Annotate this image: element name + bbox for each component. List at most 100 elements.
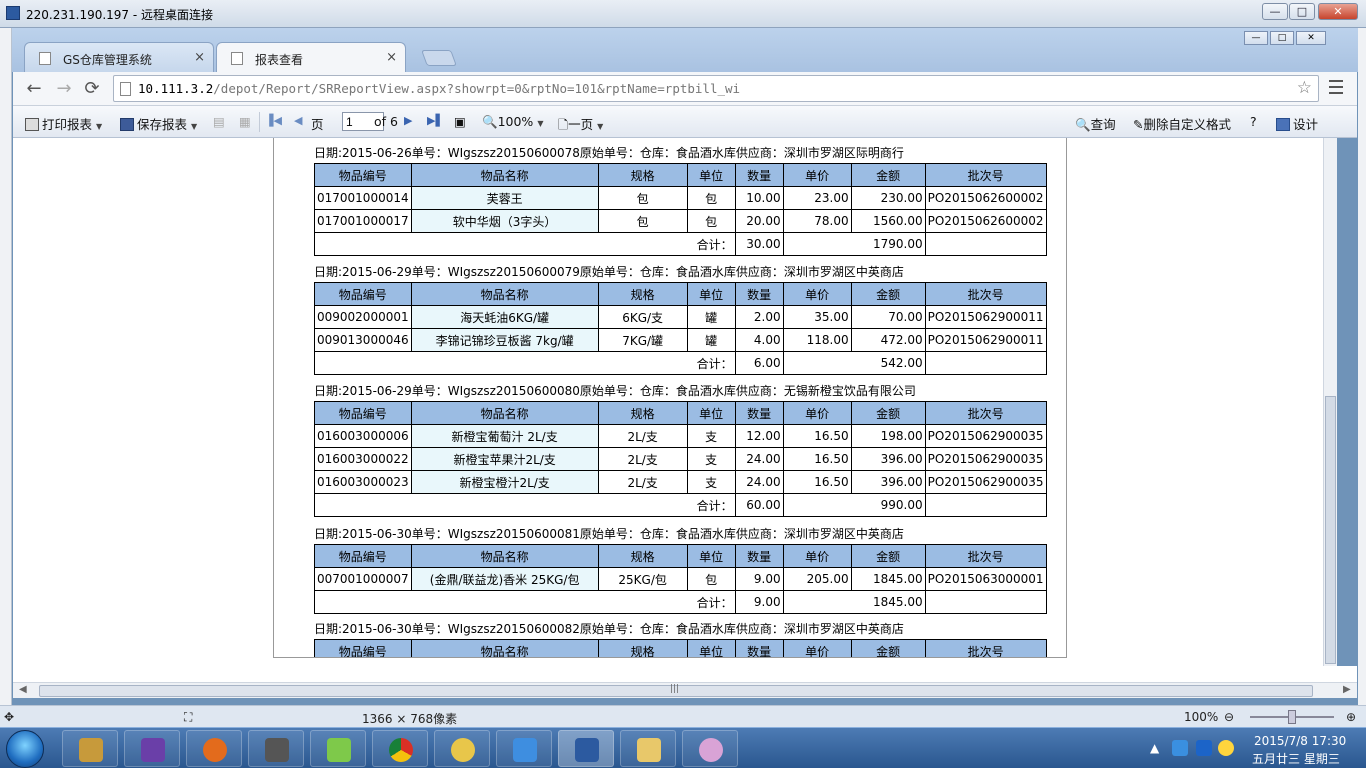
- reload-icon[interactable]: ⟳: [81, 78, 103, 100]
- column-header: 单价: [782, 639, 852, 657]
- page-label: 页: [311, 117, 324, 132]
- table-cell: 9.00: [734, 567, 784, 591]
- scroll-thumb[interactable]: |||: [39, 684, 1313, 697]
- back-icon[interactable]: ←: [23, 78, 45, 100]
- table-cell: 20.00: [734, 209, 784, 233]
- browser-maximize-button[interactable]: □: [1270, 31, 1294, 45]
- bill-table: 物品编号 物品名称 规格 单位 数量 单价 金额 批次号 017001000014 芙蓉王包包 10…: [314, 163, 1047, 256]
- zoom-dropdown[interactable]: 🔍100% ▼: [482, 114, 543, 130]
- remote-desktop-titlebar: 220.231.190.197 - 远程桌面连接 — □ ✕: [0, 0, 1366, 28]
- rdp-maximize-button[interactable]: □: [1289, 3, 1315, 20]
- zoom-slider-thumb[interactable]: [1288, 710, 1296, 724]
- design-icon: [1276, 118, 1290, 131]
- delete-custom-format-button[interactable]: ✎删除自定义格式: [1133, 114, 1231, 133]
- browser-close-button[interactable]: ✕: [1296, 31, 1326, 45]
- table-cell: 24.00: [734, 447, 784, 471]
- rdp-minimize-button[interactable]: —: [1262, 3, 1288, 20]
- clock-lunar: 五月廿三 星期三: [1252, 752, 1340, 766]
- taskbar: ▲ 2015/7/8 17:30 五月廿三 星期三: [0, 727, 1366, 768]
- taskbar-tools-app[interactable]: [62, 730, 118, 767]
- bill-table: 物品编号 物品名称 规格 单位 数量 单价 金额 批次号 016003000006 新橙宝葡萄汁 …: [314, 401, 1047, 517]
- start-button[interactable]: [6, 730, 44, 768]
- bookmark-star-icon[interactable]: ☆: [1297, 78, 1312, 98]
- copy-icon[interactable]: ▤: [213, 114, 225, 129]
- tab-gs-warehouse[interactable]: GS仓库管理系统 ×: [24, 42, 214, 72]
- prev-page-icon[interactable]: ◀: [294, 114, 302, 127]
- bill-table: 物品编号 物品名称 规格 单位 数量 单价 金额 批次号 009002000001 海天蚝油6KG…: [314, 282, 1047, 375]
- tab-report-view[interactable]: 报表查看 ×: [216, 42, 406, 72]
- table-cell: 罐: [686, 305, 736, 329]
- taskbar-paint[interactable]: [682, 730, 738, 767]
- table-cell: (金鼎/联益龙)香米 25KG/包: [410, 567, 599, 591]
- taskbar-search-app[interactable]: [434, 730, 490, 767]
- remote-desktop-icon: [6, 6, 20, 20]
- tray-network-icon[interactable]: [1196, 740, 1212, 756]
- first-page-icon[interactable]: ▐◀: [265, 114, 282, 127]
- help-button[interactable]: ?: [1250, 114, 1257, 129]
- report-page: 日期:2015-06-26单号：WIgszsz20150600078原始单号：仓…: [273, 138, 1067, 658]
- taskbar-notepad[interactable]: [310, 730, 366, 767]
- total-amount: 990.00: [782, 493, 926, 517]
- column-header: 单位: [686, 639, 736, 657]
- taskbar-explorer[interactable]: [620, 730, 676, 767]
- table-cell: 016003000006: [314, 424, 412, 448]
- table-row: 009013000046 李锦记锦珍豆板酱 7kg/罐 7KG/罐罐 4.00 118.…: [314, 328, 1047, 352]
- scroll-thumb[interactable]: [1325, 396, 1336, 664]
- taskbar-visual-studio[interactable]: [124, 730, 180, 767]
- last-page-icon[interactable]: ▶▌: [427, 114, 444, 127]
- browser-minimize-button[interactable]: —: [1244, 31, 1268, 45]
- clock-datetime[interactable]: 2015/7/8 17:30: [1254, 734, 1346, 748]
- table-cell: 新橙宝橙汁2L/支: [410, 470, 599, 494]
- print-report-button[interactable]: 打印报表 ▼: [25, 114, 102, 133]
- total-row: 合计： 6.00 542.00: [314, 351, 1047, 375]
- column-header: 单位: [686, 163, 736, 187]
- design-button[interactable]: 设计: [1276, 114, 1318, 133]
- scroll-left-icon[interactable]: ◀: [19, 684, 27, 695]
- zoom-out-icon[interactable]: ⊖: [1224, 710, 1234, 724]
- address-bar[interactable]: 10.111.3.2/depot/Report/SRReportView.asp…: [113, 75, 1319, 102]
- browser-navbar: ← → ⟳ 10.111.3.2/depot/Report/SRReportVi…: [13, 72, 1357, 106]
- tab-close-icon[interactable]: ×: [386, 50, 397, 65]
- new-tab-button[interactable]: [421, 50, 457, 66]
- scroll-right-icon[interactable]: ▶: [1343, 684, 1351, 695]
- report-viewport: 日期:2015-06-26单号：WIgszsz20150600078原始单号：仓…: [13, 138, 1323, 666]
- next-page-icon[interactable]: ▶: [404, 114, 412, 127]
- tray-app-icon[interactable]: [1172, 740, 1188, 756]
- paste-icon[interactable]: ▦: [239, 114, 251, 129]
- forward-icon[interactable]: →: [53, 78, 75, 100]
- table-cell: 12.00: [734, 424, 784, 448]
- tab-close-icon[interactable]: ×: [194, 50, 205, 65]
- floppy-icon: [120, 118, 134, 131]
- chrome-menu-icon[interactable]: [1329, 80, 1343, 94]
- taskbar-sublime[interactable]: [248, 730, 304, 767]
- horizontal-scrollbar[interactable]: ◀ ||| ▶: [13, 682, 1357, 698]
- save-report-button[interactable]: 保存报表 ▼: [120, 114, 197, 133]
- view-mode-dropdown[interactable]: 🗋一页 ▼: [558, 114, 603, 137]
- rdp-close-button[interactable]: ✕: [1318, 3, 1358, 20]
- table-cell: 70.00: [850, 305, 926, 329]
- total-quantity: 60.00: [734, 493, 784, 517]
- vertical-scrollbar[interactable]: [1323, 138, 1337, 666]
- table-cell: 包: [597, 186, 688, 210]
- zoom-in-icon[interactable]: ⊕: [1346, 710, 1356, 724]
- table-cell: 2L/支: [597, 424, 688, 448]
- taskbar-edit-app[interactable]: [496, 730, 552, 767]
- table-cell: PO2015062900035: [924, 470, 1047, 494]
- group-header: 日期:2015-06-29单号：WIgszsz20150600079原始单号：仓…: [314, 265, 904, 279]
- tray-qq-icon[interactable]: [1218, 740, 1234, 756]
- column-header: 批次号: [924, 401, 1047, 425]
- tray-expand-icon[interactable]: ▲: [1150, 741, 1159, 755]
- table-cell: 李锦记锦珍豆板酱 7kg/罐: [410, 328, 599, 352]
- table-cell: 230.00: [850, 186, 926, 210]
- layout-icon[interactable]: ▣: [454, 114, 466, 129]
- column-header: 批次号: [924, 639, 1047, 657]
- taskbar-chrome[interactable]: [372, 730, 428, 767]
- table-cell: 4.00: [734, 328, 784, 352]
- image-size: 1366 × 768像素: [362, 712, 458, 726]
- column-header: 单价: [782, 282, 852, 306]
- taskbar-firefox[interactable]: [186, 730, 242, 767]
- query-button[interactable]: 🔍查询: [1075, 114, 1116, 133]
- table-cell: 包: [597, 209, 688, 233]
- taskbar-remote-desktop[interactable]: [558, 730, 614, 767]
- divider: [259, 112, 260, 132]
